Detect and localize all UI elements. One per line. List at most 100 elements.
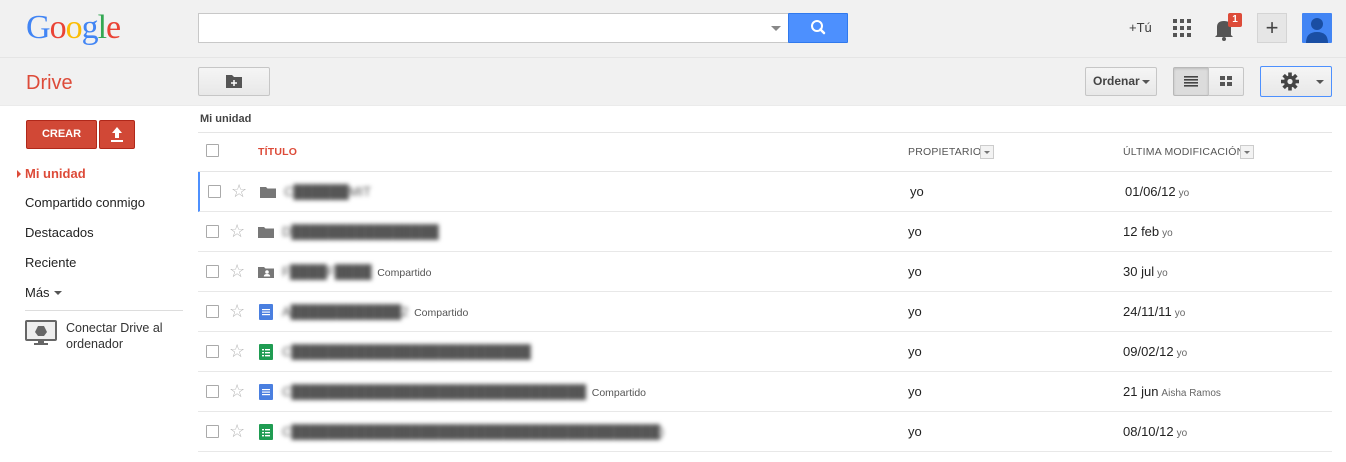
divider <box>198 132 1332 133</box>
modified-sort-chevron-icon[interactable] <box>1240 145 1254 159</box>
star-icon[interactable]: ☆ <box>229 261 245 281</box>
row-checkbox[interactable] <box>208 185 221 198</box>
modified-by: yo <box>1174 308 1186 319</box>
file-name[interactable]: A████████████2 Compartido <box>282 304 468 319</box>
logo-letter: o <box>49 9 67 46</box>
new-folder-button[interactable] <box>198 67 270 96</box>
google-plus-profile-link[interactable]: +Tú <box>1129 20 1152 35</box>
file-name[interactable]: C███████████████████████████████████████… <box>282 424 664 439</box>
plus-icon: + <box>1265 15 1279 40</box>
row-checkbox[interactable] <box>206 425 219 438</box>
modified-by: yo <box>1178 188 1190 199</box>
search-button[interactable] <box>788 13 848 43</box>
avatar[interactable] <box>1302 13 1332 43</box>
owner-sort-chevron-icon[interactable] <box>980 145 994 159</box>
star-icon[interactable]: ☆ <box>231 181 247 201</box>
table-row[interactable]: ☆ F████F████ Compartido yo 30 jul yo <box>198 252 1332 292</box>
sidebar-item-more[interactable]: Más <box>25 285 62 300</box>
sidebar-item-recent[interactable]: Reciente <box>25 255 76 270</box>
table-row[interactable]: ☆ C██████MIT yo 01/06/12 yo <box>198 172 1332 212</box>
gear-icon <box>1281 72 1299 91</box>
modified-date: 12 feb <box>1123 224 1160 239</box>
chevron-down-icon <box>1142 80 1150 84</box>
table-row[interactable]: ☆ A████████████2 Compartido yo 24/11/11 yo <box>198 292 1332 332</box>
row-checkbox[interactable] <box>206 385 219 398</box>
logo-letter: G <box>26 9 51 46</box>
modified-by: Aisha Ramos <box>1161 388 1221 399</box>
file-name-text: C██████MIT <box>284 184 372 199</box>
sidebar-item-more-label: Más <box>25 285 50 300</box>
search-options-dropdown-icon[interactable] <box>771 26 781 31</box>
row-checkbox[interactable] <box>206 305 219 318</box>
spreadsheet-icon <box>258 344 274 360</box>
star-icon[interactable]: ☆ <box>229 421 245 441</box>
file-name[interactable]: C██████MIT <box>284 184 371 199</box>
spreadsheet-icon <box>258 424 274 440</box>
column-header-modified[interactable]: ÚLTIMA MODIFICACIÓN <box>1123 146 1244 158</box>
breadcrumb[interactable]: Mi unidad <box>200 113 251 125</box>
file-name[interactable]: F████F████ Compartido <box>282 264 431 279</box>
sidebar-item-shared-with-me[interactable]: Compartido conmigo <box>25 195 145 210</box>
monitor-drive-icon[interactable] <box>25 320 57 346</box>
list-view-button[interactable] <box>1173 67 1209 96</box>
file-name-text: F████F████ <box>282 264 372 279</box>
shared-label: Compartido <box>591 387 647 399</box>
file-name[interactable]: C██████████████████████████ <box>282 344 531 359</box>
settings-dropdown-button[interactable] <box>1260 66 1332 97</box>
modified-by: yo <box>1157 268 1168 279</box>
file-owner: yo <box>908 424 922 439</box>
folder-icon <box>260 184 276 200</box>
modified-by: yo <box>1176 348 1188 359</box>
search-icon <box>811 20 826 35</box>
table-row[interactable]: ☆ D████████████████ yo 12 feb yo <box>198 212 1332 252</box>
share-plus-button[interactable]: + <box>1257 13 1287 43</box>
logo-letter: e <box>106 9 121 46</box>
active-item-arrow-icon <box>17 170 21 178</box>
shared-label: Compartido <box>377 267 432 279</box>
sort-label: Ordenar <box>1093 74 1140 88</box>
upload-button[interactable] <box>99 120 135 149</box>
file-modified: 01/06/12 yo <box>1125 184 1189 199</box>
file-modified: 30 jul yo <box>1123 264 1168 279</box>
row-checkbox[interactable] <box>206 345 219 358</box>
column-header-title[interactable]: TÍTULO <box>258 146 297 158</box>
modified-date: 01/06/12 <box>1125 184 1176 199</box>
star-icon[interactable]: ☆ <box>229 301 245 321</box>
select-all-checkbox[interactable] <box>206 144 219 157</box>
modified-date: 09/02/12 <box>1123 344 1174 359</box>
column-header-owner[interactable]: PROPIETARIO <box>908 146 981 158</box>
file-name[interactable]: D████████████████ <box>282 224 439 239</box>
sidebar-item-my-drive[interactable]: Mi unidad <box>25 166 86 181</box>
apps-grid-icon[interactable] <box>1173 19 1191 37</box>
table-row[interactable]: ☆ C██████████████████████████████████████… <box>198 412 1332 452</box>
connect-drive-link[interactable]: Conectar Drive al ordenador <box>66 320 186 352</box>
logo-letter: g <box>81 9 99 46</box>
chevron-down-icon <box>53 291 62 295</box>
table-row[interactable]: ☆ C████████████████████████████████ Compa… <box>198 372 1332 412</box>
search-input[interactable] <box>198 13 790 43</box>
user-avatar-icon <box>1306 18 1328 43</box>
star-icon[interactable]: ☆ <box>229 221 245 241</box>
sidebar-item-starred[interactable]: Destacados <box>25 225 94 240</box>
modified-date: 30 jul <box>1123 264 1155 279</box>
file-name[interactable]: C████████████████████████████████ Compar… <box>282 384 646 399</box>
folder-icon <box>258 224 274 240</box>
file-owner: yo <box>908 344 922 359</box>
file-owner: yo <box>908 224 922 239</box>
modified-by: yo <box>1176 428 1188 439</box>
sidebar-divider <box>25 310 183 311</box>
logo-letter: l <box>97 9 108 46</box>
table-row[interactable]: ☆ C██████████████████████████ yo 09/02/12 yo <box>198 332 1332 372</box>
grid-view-button[interactable] <box>1208 67 1244 96</box>
app-title[interactable]: Drive <box>26 72 73 95</box>
create-button[interactable]: CREAR <box>26 120 97 149</box>
sort-dropdown-button[interactable]: Ordenar <box>1085 67 1157 96</box>
modified-date: 08/10/12 <box>1123 424 1174 439</box>
star-icon[interactable]: ☆ <box>229 341 245 361</box>
row-checkbox[interactable] <box>206 225 219 238</box>
row-checkbox[interactable] <box>206 265 219 278</box>
notification-count-badge: 1 <box>1228 13 1242 27</box>
star-icon[interactable]: ☆ <box>229 381 245 401</box>
file-modified: 12 feb yo <box>1123 224 1173 239</box>
google-logo[interactable]: Google <box>26 9 121 47</box>
